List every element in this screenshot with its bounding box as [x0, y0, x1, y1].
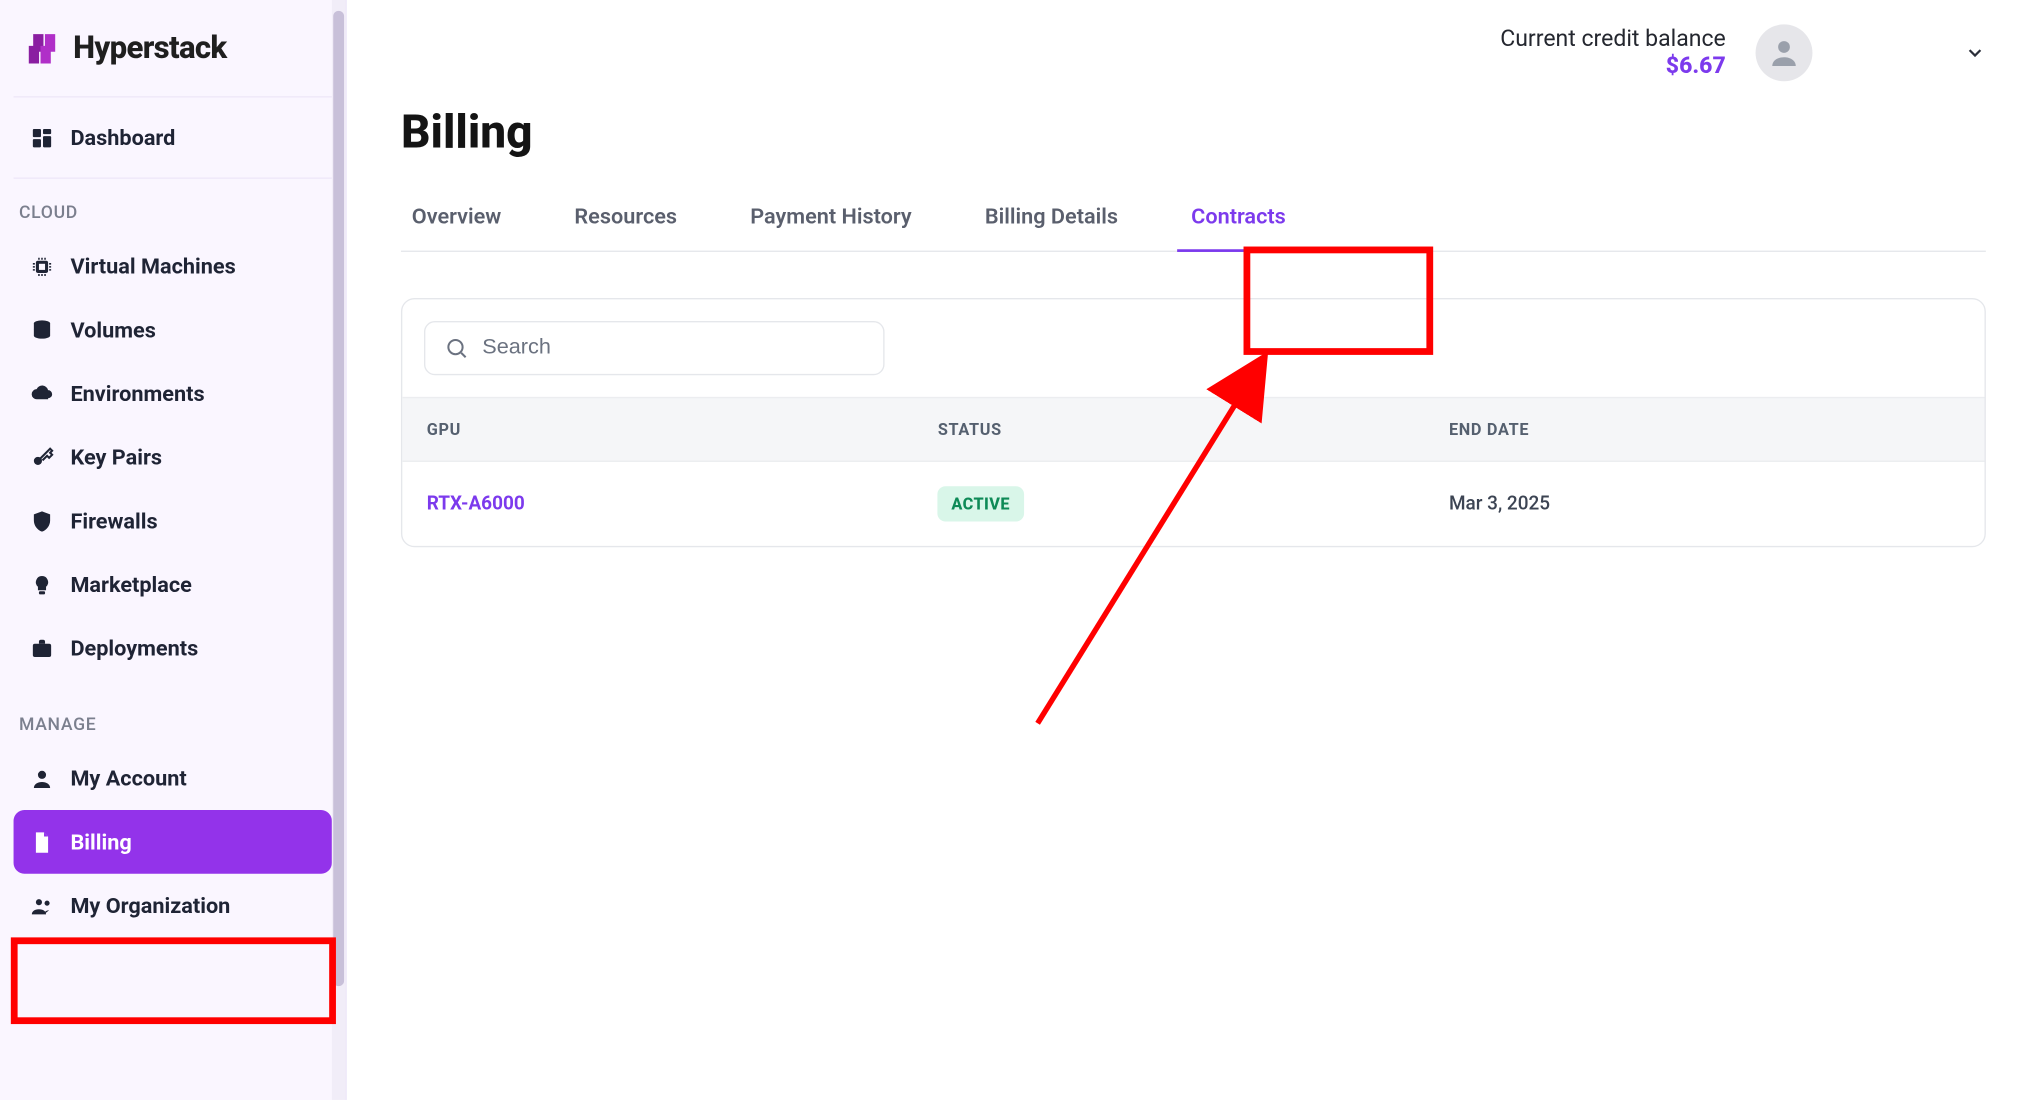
brand-logo-icon — [24, 30, 59, 65]
brand-name: Hyperstack — [73, 30, 226, 67]
sidebar-item-marketplace[interactable]: Marketplace — [14, 553, 332, 617]
sidebar-item-billing[interactable]: Billing — [14, 810, 332, 874]
briefcase-icon — [30, 636, 54, 660]
sidebar-section-label-cloud: CLOUD — [14, 179, 332, 235]
end-date-value: Mar 3, 2025 — [1449, 493, 1960, 515]
avatar-icon — [1766, 35, 1801, 70]
search-input[interactable] — [482, 336, 864, 360]
avatar[interactable] — [1756, 24, 1813, 81]
chevron-down-icon[interactable] — [1964, 42, 1986, 64]
brand[interactable]: Hyperstack — [14, 0, 332, 98]
search-box[interactable] — [424, 321, 885, 375]
tab-overview[interactable]: Overview — [409, 190, 504, 251]
page-title: Billing — [401, 106, 1986, 160]
contracts-table-header: GPU STATUS END DATE — [402, 397, 1984, 462]
balance-label: Current credit balance — [1500, 26, 1726, 53]
topbar: Current credit balance $6.67 — [347, 0, 2040, 92]
balance-value: $6.67 — [1500, 53, 1726, 80]
tab-payment-history[interactable]: Payment History — [748, 190, 915, 251]
sidebar-item-label: Virtual Machines — [70, 253, 235, 279]
tab-billing-details[interactable]: Billing Details — [982, 190, 1121, 251]
sidebar-item-label: Firewalls — [70, 508, 157, 534]
col-header-status: STATUS — [938, 420, 1449, 439]
scrollbar-thumb[interactable] — [333, 11, 344, 986]
sidebar-item-label: Marketplace — [70, 572, 191, 598]
sidebar-item-deployments[interactable]: Deployments — [14, 616, 332, 680]
sidebar-scrollbar[interactable] — [332, 0, 346, 1100]
user-icon — [30, 766, 54, 790]
sidebar-item-my-organization[interactable]: My Organization — [14, 874, 332, 938]
col-header-gpu: GPU — [427, 420, 938, 439]
dashboard-icon — [30, 125, 54, 149]
shield-icon — [30, 509, 54, 533]
sidebar-item-volumes[interactable]: Volumes — [14, 298, 332, 362]
sidebar-item-label: Volumes — [70, 317, 155, 343]
cpu-icon — [30, 254, 54, 278]
cloud-icon — [30, 381, 54, 405]
sidebar-item-label: Deployments — [70, 635, 198, 661]
contracts-panel: GPU STATUS END DATE RTX-A6000 ACTIVE Mar… — [401, 298, 1986, 547]
balance: Current credit balance $6.67 — [1500, 26, 1734, 80]
sidebar-section-label-manage: MANAGE — [14, 691, 332, 747]
sidebar: Hyperstack Dashboard CLOUD — [0, 0, 347, 1100]
database-icon — [30, 318, 54, 342]
table-row: RTX-A6000 ACTIVE Mar 3, 2025 — [402, 462, 1984, 546]
sidebar-item-environments[interactable]: Environments — [14, 362, 332, 426]
sidebar-item-dashboard[interactable]: Dashboard — [14, 106, 332, 170]
users-icon — [30, 893, 54, 917]
sidebar-item-virtual-machines[interactable]: Virtual Machines — [14, 234, 332, 298]
gpu-link[interactable]: RTX-A6000 — [427, 493, 525, 515]
sidebar-item-label: My Account — [70, 765, 186, 791]
file-icon — [30, 830, 54, 854]
sidebar-item-key-pairs[interactable]: Key Pairs — [14, 425, 332, 489]
content: Current credit balance $6.67 Billing Ove… — [347, 0, 2040, 1100]
key-icon — [30, 445, 54, 469]
sidebar-item-my-account[interactable]: My Account — [14, 746, 332, 810]
status-badge: ACTIVE — [938, 486, 1024, 521]
panel-toolbar — [402, 299, 1984, 397]
search-icon — [444, 336, 468, 360]
sidebar-item-firewalls[interactable]: Firewalls — [14, 489, 332, 553]
sidebar-item-label: My Organization — [70, 893, 230, 919]
bulb-icon — [30, 572, 54, 596]
sidebar-item-label: Key Pairs — [70, 444, 162, 470]
billing-tabs: Overview Resources Payment History Billi… — [401, 182, 1986, 252]
tab-contracts[interactable]: Contracts — [1188, 190, 1288, 251]
col-header-enddate: END DATE — [1449, 420, 1960, 439]
sidebar-item-label: Billing — [70, 829, 131, 855]
tab-resources[interactable]: Resources — [572, 190, 680, 251]
sidebar-item-label: Dashboard — [70, 125, 175, 151]
sidebar-item-label: Environments — [70, 381, 204, 407]
